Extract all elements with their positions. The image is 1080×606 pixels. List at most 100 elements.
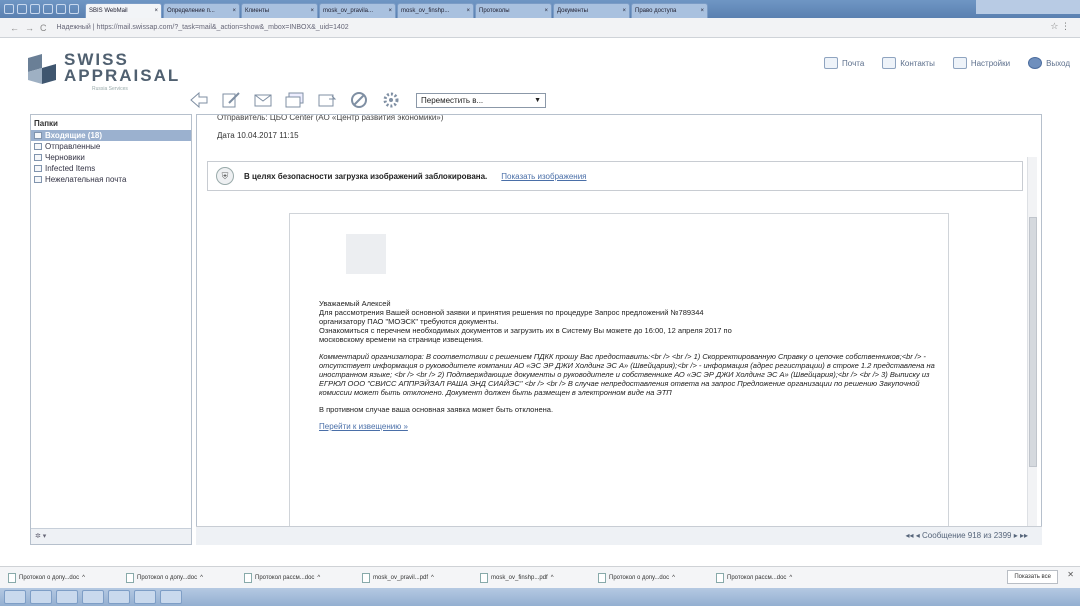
scrollbar-thumb[interactable] bbox=[1029, 217, 1037, 467]
taskbar-app-icon[interactable] bbox=[134, 590, 156, 604]
tab-label: mosk_ov_pravila... bbox=[323, 8, 374, 14]
nav-mail[interactable]: Почта bbox=[824, 57, 864, 69]
body-line: Для рассмотрения Вашей основной заявки и… bbox=[319, 308, 704, 317]
nav-contacts[interactable]: Контакты bbox=[882, 57, 935, 69]
file-icon bbox=[244, 572, 252, 583]
chevron-up-icon[interactable]: ^ bbox=[551, 575, 554, 581]
browser-tab[interactable]: Протоколы × bbox=[475, 3, 552, 18]
close-icon[interactable]: × bbox=[466, 4, 470, 18]
top-nav: Почта Контакты Настройки Выход bbox=[824, 57, 1070, 69]
security-notice-text: В целях безопасности загрузка изображени… bbox=[244, 171, 488, 181]
back-icon[interactable]: ← bbox=[10, 23, 19, 33]
taskbar-app-icon[interactable] bbox=[82, 590, 104, 604]
move-to-label: Переместить в... bbox=[421, 95, 484, 105]
chevron-up-icon[interactable]: ^ bbox=[789, 575, 792, 581]
pdf-icon bbox=[362, 572, 370, 583]
forward-icon[interactable]: → bbox=[25, 23, 34, 33]
close-icon[interactable]: × bbox=[622, 4, 626, 18]
browser-tab[interactable]: Клиенты × bbox=[241, 3, 318, 18]
folder-sent[interactable]: Отправленные bbox=[31, 141, 191, 152]
reply-all-button[interactable] bbox=[284, 90, 306, 110]
show-images-link[interactable]: Показать изображения bbox=[501, 172, 586, 181]
folder-sidebar: Папки Входящие (18) Отправленные Чернови… bbox=[30, 114, 192, 545]
go-to-notice-link[interactable]: Перейти к извещению » bbox=[319, 422, 408, 431]
close-icon[interactable]: × bbox=[700, 4, 704, 18]
forward-button[interactable] bbox=[316, 90, 338, 110]
more-actions-button[interactable] bbox=[380, 90, 402, 110]
folder-junk[interactable]: Нежелательная почта bbox=[31, 174, 191, 185]
logout-icon bbox=[1028, 57, 1043, 69]
browser-tab[interactable]: mosk_ov_pravila... × bbox=[319, 3, 396, 18]
browser-tab[interactable]: mosk_ov_finshp... × bbox=[397, 3, 474, 18]
download-item[interactable]: Протокол о допу...doc ^ bbox=[8, 570, 120, 586]
folder-drafts[interactable]: Черновики bbox=[31, 152, 191, 163]
folder-inbox[interactable]: Входящие (18) bbox=[31, 130, 191, 141]
browser-tab[interactable]: SBIS WebMail × bbox=[85, 3, 162, 18]
close-icon[interactable]: × bbox=[544, 4, 548, 18]
browser-tab[interactable]: Определение п... × bbox=[163, 3, 240, 18]
app-icon[interactable] bbox=[17, 4, 27, 14]
download-item[interactable]: Протокол рассм...doc ^ bbox=[716, 570, 828, 586]
back-to-list-button[interactable] bbox=[188, 90, 210, 110]
chevron-up-icon[interactable]: ^ bbox=[82, 575, 85, 581]
download-item[interactable]: Протокол о допу...doc ^ bbox=[598, 570, 710, 586]
taskbar-app-icon[interactable] bbox=[160, 590, 182, 604]
nav-label: Контакты bbox=[900, 58, 935, 68]
download-item[interactable]: mosk_ov_finshp...pdf ^ bbox=[480, 570, 592, 586]
taskbar-app-icon[interactable] bbox=[30, 590, 52, 604]
nav-settings[interactable]: Настройки bbox=[952, 57, 1010, 69]
close-icon[interactable]: × bbox=[154, 4, 158, 18]
delete-button[interactable] bbox=[348, 90, 370, 110]
app-icon[interactable] bbox=[56, 4, 66, 14]
reply-button[interactable] bbox=[252, 90, 274, 110]
url-field[interactable]: Надежный | https://mail.swissap.com/?_ta… bbox=[53, 21, 1053, 35]
close-icon[interactable]: × bbox=[388, 4, 392, 18]
vertical-scrollbar[interactable] bbox=[1027, 157, 1037, 541]
chevron-up-icon[interactable]: ^ bbox=[317, 575, 320, 581]
chevron-up-icon[interactable]: ^ bbox=[200, 575, 203, 581]
chevron-up-icon[interactable]: ^ bbox=[672, 575, 675, 581]
browser-tab[interactable]: Право доступа × bbox=[631, 3, 708, 18]
nav-logout[interactable]: Выход bbox=[1028, 57, 1070, 69]
app-icon[interactable] bbox=[43, 4, 53, 14]
block-icon bbox=[351, 92, 367, 108]
download-label: Протокол о допу...doc bbox=[609, 574, 670, 581]
app-icon[interactable] bbox=[30, 4, 40, 14]
chevron-up-icon[interactable]: ^ bbox=[431, 575, 434, 581]
reload-icon[interactable]: C bbox=[40, 23, 47, 33]
window-controls[interactable] bbox=[976, 0, 1080, 14]
message-panel: Отправитель: ЦБО Center (АО «Центр разви… bbox=[196, 114, 1042, 545]
show-all-downloads-button[interactable]: Показать все bbox=[1007, 570, 1058, 584]
download-item[interactable]: Протокол рассм...doc ^ bbox=[244, 570, 356, 586]
bookmark-star-icon[interactable]: ☆ ⋮ bbox=[1050, 21, 1070, 32]
warning-text: В противном случае ваша основная заявка … bbox=[319, 405, 554, 414]
message-counter[interactable]: ◂◂ ◂ Сообщение 918 из 2399 ▸ ▸▸ bbox=[196, 526, 1042, 545]
reply-all-icon bbox=[285, 92, 304, 108]
organizer-comment: Комментарий организатора: В соответствии… bbox=[319, 352, 935, 397]
folder-infected[interactable]: Infected Items bbox=[31, 163, 191, 174]
logo-text: APPRAISAL bbox=[64, 66, 181, 85]
download-item[interactable]: Протокол о допу...doc ^ bbox=[126, 570, 238, 586]
greeting: Уважаемый Алексей bbox=[319, 299, 391, 308]
download-item[interactable]: mosk_ov_pravil...pdf ^ bbox=[362, 570, 474, 586]
app-icon[interactable] bbox=[69, 4, 79, 14]
taskbar-app-icon[interactable] bbox=[108, 590, 130, 604]
folder-actions-menu[interactable]: ✲ ▾ bbox=[31, 528, 191, 544]
start-button[interactable] bbox=[4, 590, 26, 604]
browser-tab[interactable]: Документы × bbox=[553, 3, 630, 18]
body-line: организатору ПАО "МОЭСК" требуются докум… bbox=[319, 317, 499, 326]
compose-button[interactable] bbox=[220, 90, 242, 110]
app-icon[interactable] bbox=[4, 4, 14, 14]
nav-label: Почта bbox=[842, 58, 865, 68]
close-icon[interactable]: ✕ bbox=[1067, 570, 1074, 579]
download-label: mosk_ov_pravil...pdf bbox=[373, 574, 429, 581]
folder-icon bbox=[34, 165, 42, 172]
taskbar-app-icon[interactable] bbox=[56, 590, 78, 604]
move-to-select[interactable]: Переместить в... ▼ bbox=[416, 92, 546, 108]
close-icon[interactable]: × bbox=[310, 4, 314, 18]
gear-icon bbox=[383, 92, 399, 108]
close-icon[interactable]: × bbox=[232, 4, 236, 18]
file-icon bbox=[8, 572, 16, 583]
os-taskbar bbox=[0, 588, 1080, 606]
settings-icon bbox=[952, 57, 967, 69]
